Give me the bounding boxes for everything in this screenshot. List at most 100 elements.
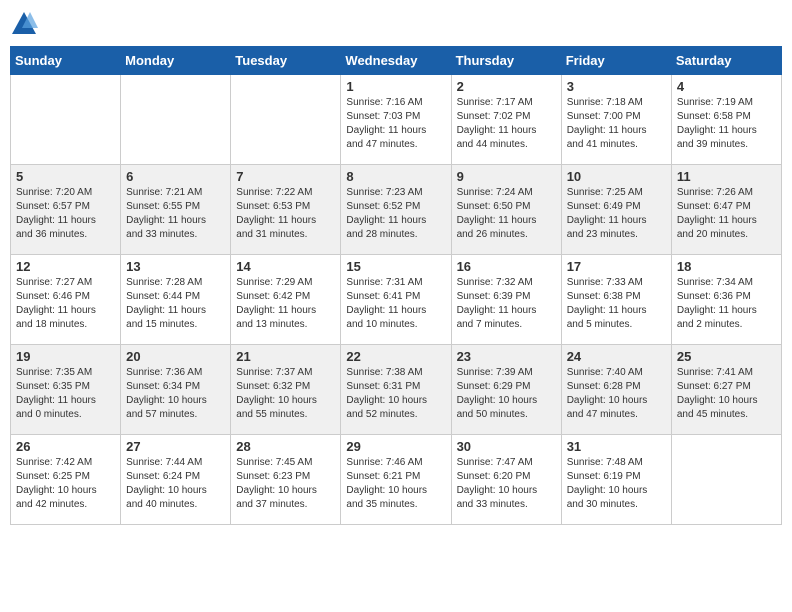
day-info: Sunrise: 7:27 AM Sunset: 6:46 PM Dayligh…: [16, 276, 115, 332]
calendar-cell: 27Sunrise: 7:44 AM Sunset: 6:24 PM Dayli…: [121, 435, 231, 525]
day-number: 8: [346, 169, 445, 184]
day-info: Sunrise: 7:23 AM Sunset: 6:52 PM Dayligh…: [346, 186, 445, 242]
day-info: Sunrise: 7:31 AM Sunset: 6:41 PM Dayligh…: [346, 276, 445, 332]
calendar-cell: 28 Sunrise: 7:45 AM Sunset: 6:23 PM Dayli…: [231, 435, 341, 525]
calendar-cell: 15 Sunrise: 7:31 AM Sunset: 6:41 PM Dayli…: [341, 255, 451, 345]
day-info: Sunrise: 7:25 AM Sunset: 6:49 PM Dayligh…: [567, 186, 666, 242]
weekday-header: Monday: [121, 47, 231, 75]
day-number: 22: [346, 349, 445, 364]
calendar-cell: 2 Sunrise: 7:17 AM Sunset: 7:02 PM Daylig…: [451, 75, 561, 165]
calendar-week-row: 1 Sunrise: 7:16 AM Sunset: 7:03 PM Daylig…: [11, 75, 782, 165]
calendar-cell: 4Sunrise: 7:19 AM Sunset: 6:58 PM Daylig…: [671, 75, 781, 165]
calendar-cell: 11 Sunrise: 7:26 AM Sunset: 6:47 PM Dayli…: [671, 165, 781, 255]
calendar-cell: 5Sunrise: 7:20 AM Sunset: 6:57 PM Daylig…: [11, 165, 121, 255]
calendar-week-row: 5Sunrise: 7:20 AM Sunset: 6:57 PM Daylig…: [11, 165, 782, 255]
day-info: Sunrise: 7:21 AM Sunset: 6:55 PM Dayligh…: [126, 186, 225, 242]
weekday-header: Friday: [561, 47, 671, 75]
day-info: Sunrise: 7:32 AM Sunset: 6:39 PM Dayligh…: [457, 276, 556, 332]
calendar-cell: 14 Sunrise: 7:29 AM Sunset: 6:42 PM Dayli…: [231, 255, 341, 345]
day-info: Sunrise: 7:35 AM Sunset: 6:35 PM Dayligh…: [16, 366, 115, 422]
calendar-cell: 25Sunrise: 7:41 AM Sunset: 6:27 PM Dayli…: [671, 345, 781, 435]
day-number: 4: [677, 79, 776, 94]
day-info: Sunrise: 7:20 AM Sunset: 6:57 PM Dayligh…: [16, 186, 115, 242]
calendar-cell: 17Sunrise: 7:33 AM Sunset: 6:38 PM Dayli…: [561, 255, 671, 345]
logo-icon: [10, 10, 38, 38]
day-number: 23: [457, 349, 556, 364]
calendar-cell: 29 Sunrise: 7:46 AM Sunset: 6:21 PM Dayli…: [341, 435, 451, 525]
calendar-cell: [11, 75, 121, 165]
day-number: 13: [126, 259, 225, 274]
day-info: Sunrise: 7:37 AM Sunset: 6:32 PM Dayligh…: [236, 366, 335, 422]
calendar-cell: 16 Sunrise: 7:32 AM Sunset: 6:39 PM Dayli…: [451, 255, 561, 345]
day-number: 19: [16, 349, 115, 364]
calendar-cell: 18Sunrise: 7:34 AM Sunset: 6:36 PM Dayli…: [671, 255, 781, 345]
day-info: Sunrise: 7:29 AM Sunset: 6:42 PM Dayligh…: [236, 276, 335, 332]
day-number: 31: [567, 439, 666, 454]
calendar-cell: 3 Sunrise: 7:18 AM Sunset: 7:00 PM Daylig…: [561, 75, 671, 165]
day-number: 20: [126, 349, 225, 364]
calendar-cell: 13 Sunrise: 7:28 AM Sunset: 6:44 PM Dayli…: [121, 255, 231, 345]
day-number: 27: [126, 439, 225, 454]
day-number: 16: [457, 259, 556, 274]
day-info: Sunrise: 7:18 AM Sunset: 7:00 PM Dayligh…: [567, 96, 666, 152]
day-number: 18: [677, 259, 776, 274]
weekday-header: Sunday: [11, 47, 121, 75]
day-info: Sunrise: 7:36 AM Sunset: 6:34 PM Dayligh…: [126, 366, 225, 422]
day-info: Sunrise: 7:41 AM Sunset: 6:27 PM Dayligh…: [677, 366, 776, 422]
weekday-header: Tuesday: [231, 47, 341, 75]
day-info: Sunrise: 7:28 AM Sunset: 6:44 PM Dayligh…: [126, 276, 225, 332]
day-info: Sunrise: 7:24 AM Sunset: 6:50 PM Dayligh…: [457, 186, 556, 242]
calendar-cell: 31 Sunrise: 7:48 AM Sunset: 6:19 PM Dayli…: [561, 435, 671, 525]
calendar-cell: 8 Sunrise: 7:23 AM Sunset: 6:52 PM Daylig…: [341, 165, 451, 255]
day-number: 28: [236, 439, 335, 454]
day-number: 21: [236, 349, 335, 364]
calendar-cell: 10 Sunrise: 7:25 AM Sunset: 6:49 PM Dayli…: [561, 165, 671, 255]
day-number: 1: [346, 79, 445, 94]
calendar-cell: [231, 75, 341, 165]
weekday-header: Saturday: [671, 47, 781, 75]
weekday-header: Wednesday: [341, 47, 451, 75]
calendar-cell: 20 Sunrise: 7:36 AM Sunset: 6:34 PM Dayli…: [121, 345, 231, 435]
calendar-cell: 23 Sunrise: 7:39 AM Sunset: 6:29 PM Dayli…: [451, 345, 561, 435]
calendar-cell: 21 Sunrise: 7:37 AM Sunset: 6:32 PM Dayli…: [231, 345, 341, 435]
day-number: 15: [346, 259, 445, 274]
day-number: 24: [567, 349, 666, 364]
day-info: Sunrise: 7:45 AM Sunset: 6:23 PM Dayligh…: [236, 456, 335, 512]
calendar-cell: 6 Sunrise: 7:21 AM Sunset: 6:55 PM Daylig…: [121, 165, 231, 255]
calendar: SundayMondayTuesdayWednesdayThursdayFrid…: [10, 46, 782, 525]
calendar-week-row: 19 Sunrise: 7:35 AM Sunset: 6:35 PM Dayli…: [11, 345, 782, 435]
day-number: 10: [567, 169, 666, 184]
day-number: 17: [567, 259, 666, 274]
calendar-cell: 9 Sunrise: 7:24 AM Sunset: 6:50 PM Daylig…: [451, 165, 561, 255]
calendar-week-row: 12Sunrise: 7:27 AM Sunset: 6:46 PM Dayli…: [11, 255, 782, 345]
day-info: Sunrise: 7:47 AM Sunset: 6:20 PM Dayligh…: [457, 456, 556, 512]
day-number: 9: [457, 169, 556, 184]
weekday-header-row: SundayMondayTuesdayWednesdayThursdayFrid…: [11, 47, 782, 75]
day-number: 29: [346, 439, 445, 454]
day-number: 14: [236, 259, 335, 274]
day-number: 2: [457, 79, 556, 94]
day-number: 11: [677, 169, 776, 184]
calendar-cell: 30Sunrise: 7:47 AM Sunset: 6:20 PM Dayli…: [451, 435, 561, 525]
day-info: Sunrise: 7:48 AM Sunset: 6:19 PM Dayligh…: [567, 456, 666, 512]
day-info: Sunrise: 7:17 AM Sunset: 7:02 PM Dayligh…: [457, 96, 556, 152]
day-number: 3: [567, 79, 666, 94]
day-info: Sunrise: 7:38 AM Sunset: 6:31 PM Dayligh…: [346, 366, 445, 422]
day-info: Sunrise: 7:22 AM Sunset: 6:53 PM Dayligh…: [236, 186, 335, 242]
weekday-header: Thursday: [451, 47, 561, 75]
calendar-week-row: 26Sunrise: 7:42 AM Sunset: 6:25 PM Dayli…: [11, 435, 782, 525]
day-number: 6: [126, 169, 225, 184]
header: [10, 10, 782, 38]
day-info: Sunrise: 7:46 AM Sunset: 6:21 PM Dayligh…: [346, 456, 445, 512]
calendar-cell: 26Sunrise: 7:42 AM Sunset: 6:25 PM Dayli…: [11, 435, 121, 525]
calendar-cell: [671, 435, 781, 525]
day-info: Sunrise: 7:40 AM Sunset: 6:28 PM Dayligh…: [567, 366, 666, 422]
calendar-cell: 7Sunrise: 7:22 AM Sunset: 6:53 PM Daylig…: [231, 165, 341, 255]
calendar-cell: 12Sunrise: 7:27 AM Sunset: 6:46 PM Dayli…: [11, 255, 121, 345]
logo: [10, 10, 42, 38]
day-info: Sunrise: 7:16 AM Sunset: 7:03 PM Dayligh…: [346, 96, 445, 152]
day-info: Sunrise: 7:39 AM Sunset: 6:29 PM Dayligh…: [457, 366, 556, 422]
calendar-cell: 1 Sunrise: 7:16 AM Sunset: 7:03 PM Daylig…: [341, 75, 451, 165]
day-info: Sunrise: 7:26 AM Sunset: 6:47 PM Dayligh…: [677, 186, 776, 242]
day-number: 26: [16, 439, 115, 454]
